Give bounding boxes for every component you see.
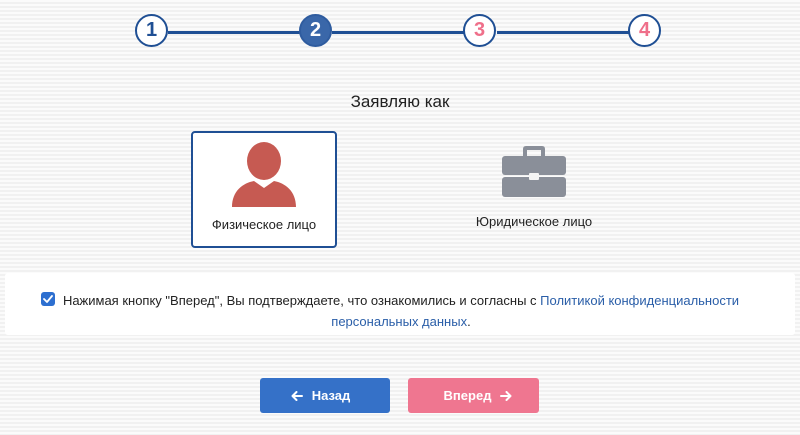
step-3[interactable]: 3 <box>463 14 496 47</box>
next-button[interactable]: Вперед <box>408 378 539 413</box>
back-button[interactable]: Назад <box>260 378 390 413</box>
consent-panel: Нажимая кнопку "Вперед", Вы подтверждает… <box>5 273 795 335</box>
step-4[interactable]: 4 <box>628 14 661 47</box>
next-button-label: Вперед <box>443 388 492 403</box>
consent-checkbox[interactable] <box>41 292 55 306</box>
option-individual-label: Физическое лицо <box>211 217 317 232</box>
applicant-type-heading: Заявляю как <box>350 92 450 111</box>
consent-period: . <box>467 314 471 329</box>
arrow-right-icon <box>500 390 512 401</box>
person-icon <box>229 141 299 212</box>
step-connector <box>332 31 465 34</box>
check-icon <box>43 295 53 303</box>
arrow-left-icon <box>291 390 303 401</box>
step-connector <box>168 31 303 34</box>
briefcase-icon <box>501 144 567 203</box>
step-connector <box>497 31 630 34</box>
consent-statement: Нажимая кнопку "Вперед", Вы подтверждает… <box>62 293 541 308</box>
option-legal-entity[interactable]: Юридическое лицо <box>461 131 607 248</box>
option-individual[interactable]: Физическое лицо <box>191 131 337 248</box>
option-legal-entity-label: Юридическое лицо <box>475 214 593 229</box>
back-button-label: Назад <box>311 388 351 403</box>
step-2[interactable]: 2 <box>299 14 332 47</box>
step-1[interactable]: 1 <box>135 14 168 47</box>
progress-stepper: 1 2 3 4 <box>0 0 800 70</box>
consent-text: Нажимая кнопку "Вперед", Вы подтверждает… <box>61 290 741 332</box>
